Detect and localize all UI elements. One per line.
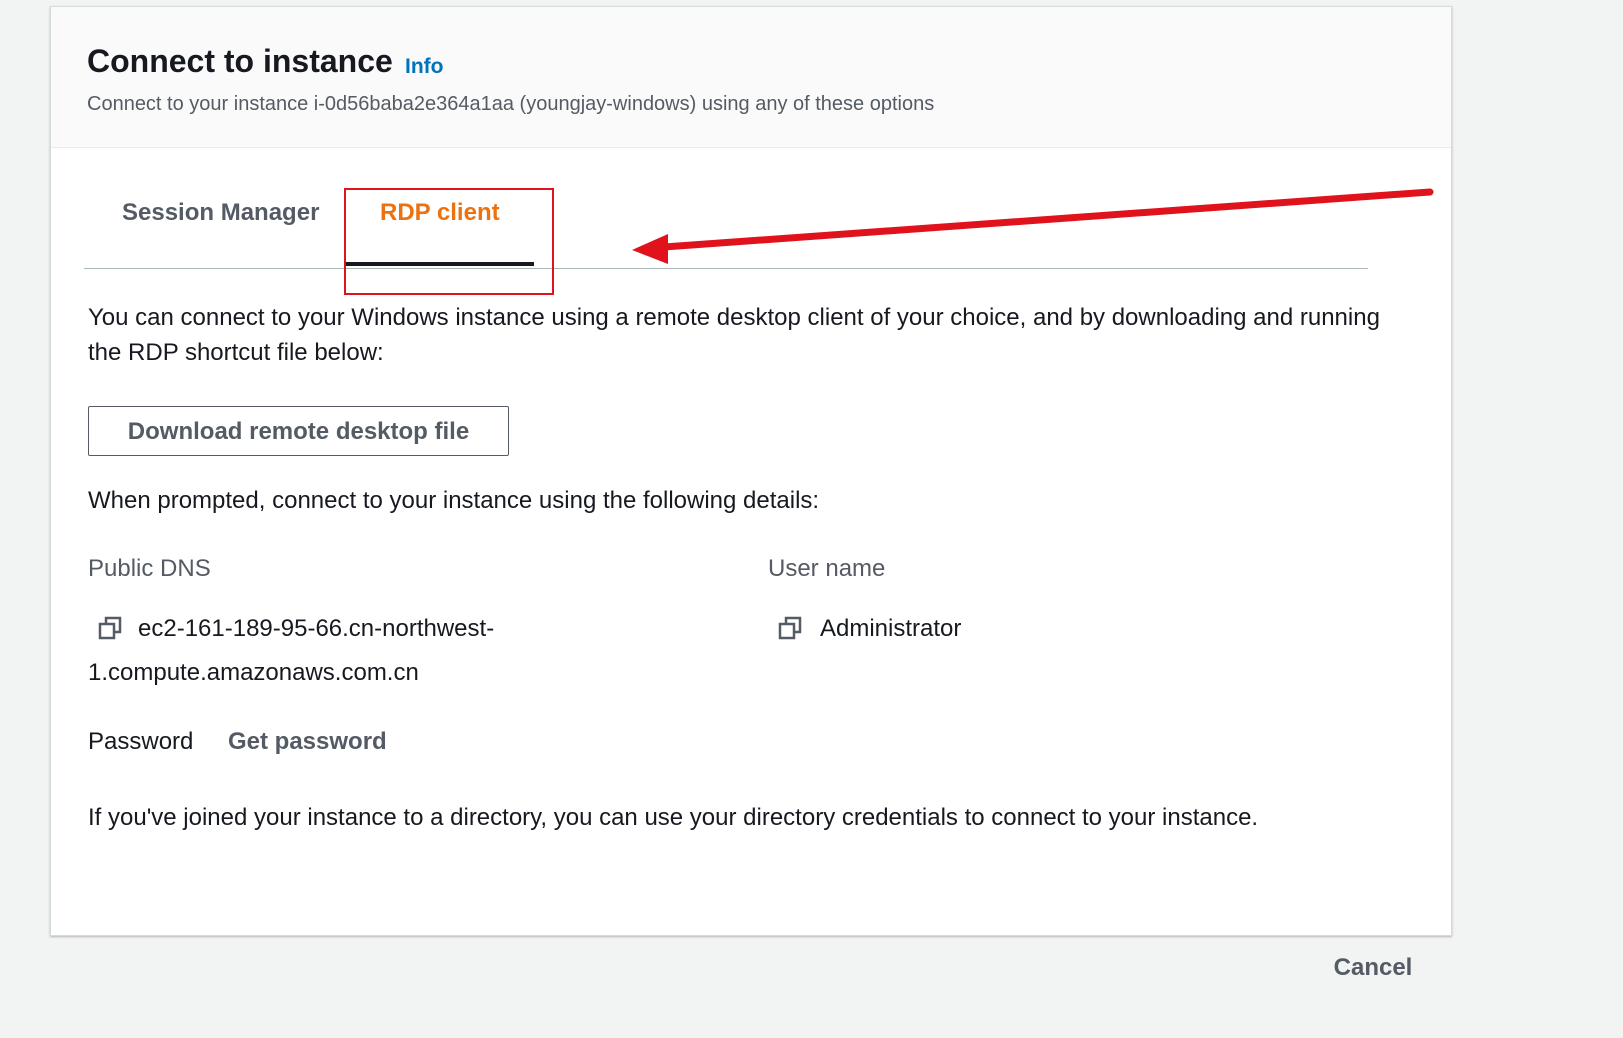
info-link[interactable]: Info	[405, 55, 443, 79]
connection-tabs: Session Manager RDP client	[84, 178, 1368, 269]
rdp-intro-text: You can connect to your Windows instance…	[88, 304, 1380, 366]
tab-session-manager[interactable]: Session Manager	[122, 178, 319, 268]
prompted-instructions: When prompted, connect to your instance …	[88, 487, 820, 514]
public-dns-label: Public DNS	[88, 555, 211, 582]
page-subtitle: Connect to your instance i-0d56baba2e364…	[87, 93, 935, 115]
panel-header: Connect to instance Info Connect to your…	[51, 7, 1451, 148]
password-label: Password	[88, 728, 194, 755]
directory-credentials-note: If you've joined your instance to a dire…	[88, 804, 1259, 831]
user-name-value: Administrator	[820, 615, 962, 642]
page-title: Connect to instance	[87, 43, 393, 79]
copy-icon[interactable]	[776, 614, 804, 642]
connect-to-instance-panel: Connect to instance Info Connect to your…	[50, 6, 1452, 936]
annotation-highlight-box	[344, 188, 554, 295]
download-remote-desktop-file-button[interactable]: Download remote desktop file	[88, 406, 509, 456]
get-password-link[interactable]: Get password	[228, 728, 387, 756]
public-dns-value: ec2-161-189-95-66.cn-northwest-1.compute…	[88, 615, 495, 686]
user-name-label: User name	[768, 555, 886, 582]
cancel-button[interactable]: Cancel	[1318, 946, 1428, 990]
